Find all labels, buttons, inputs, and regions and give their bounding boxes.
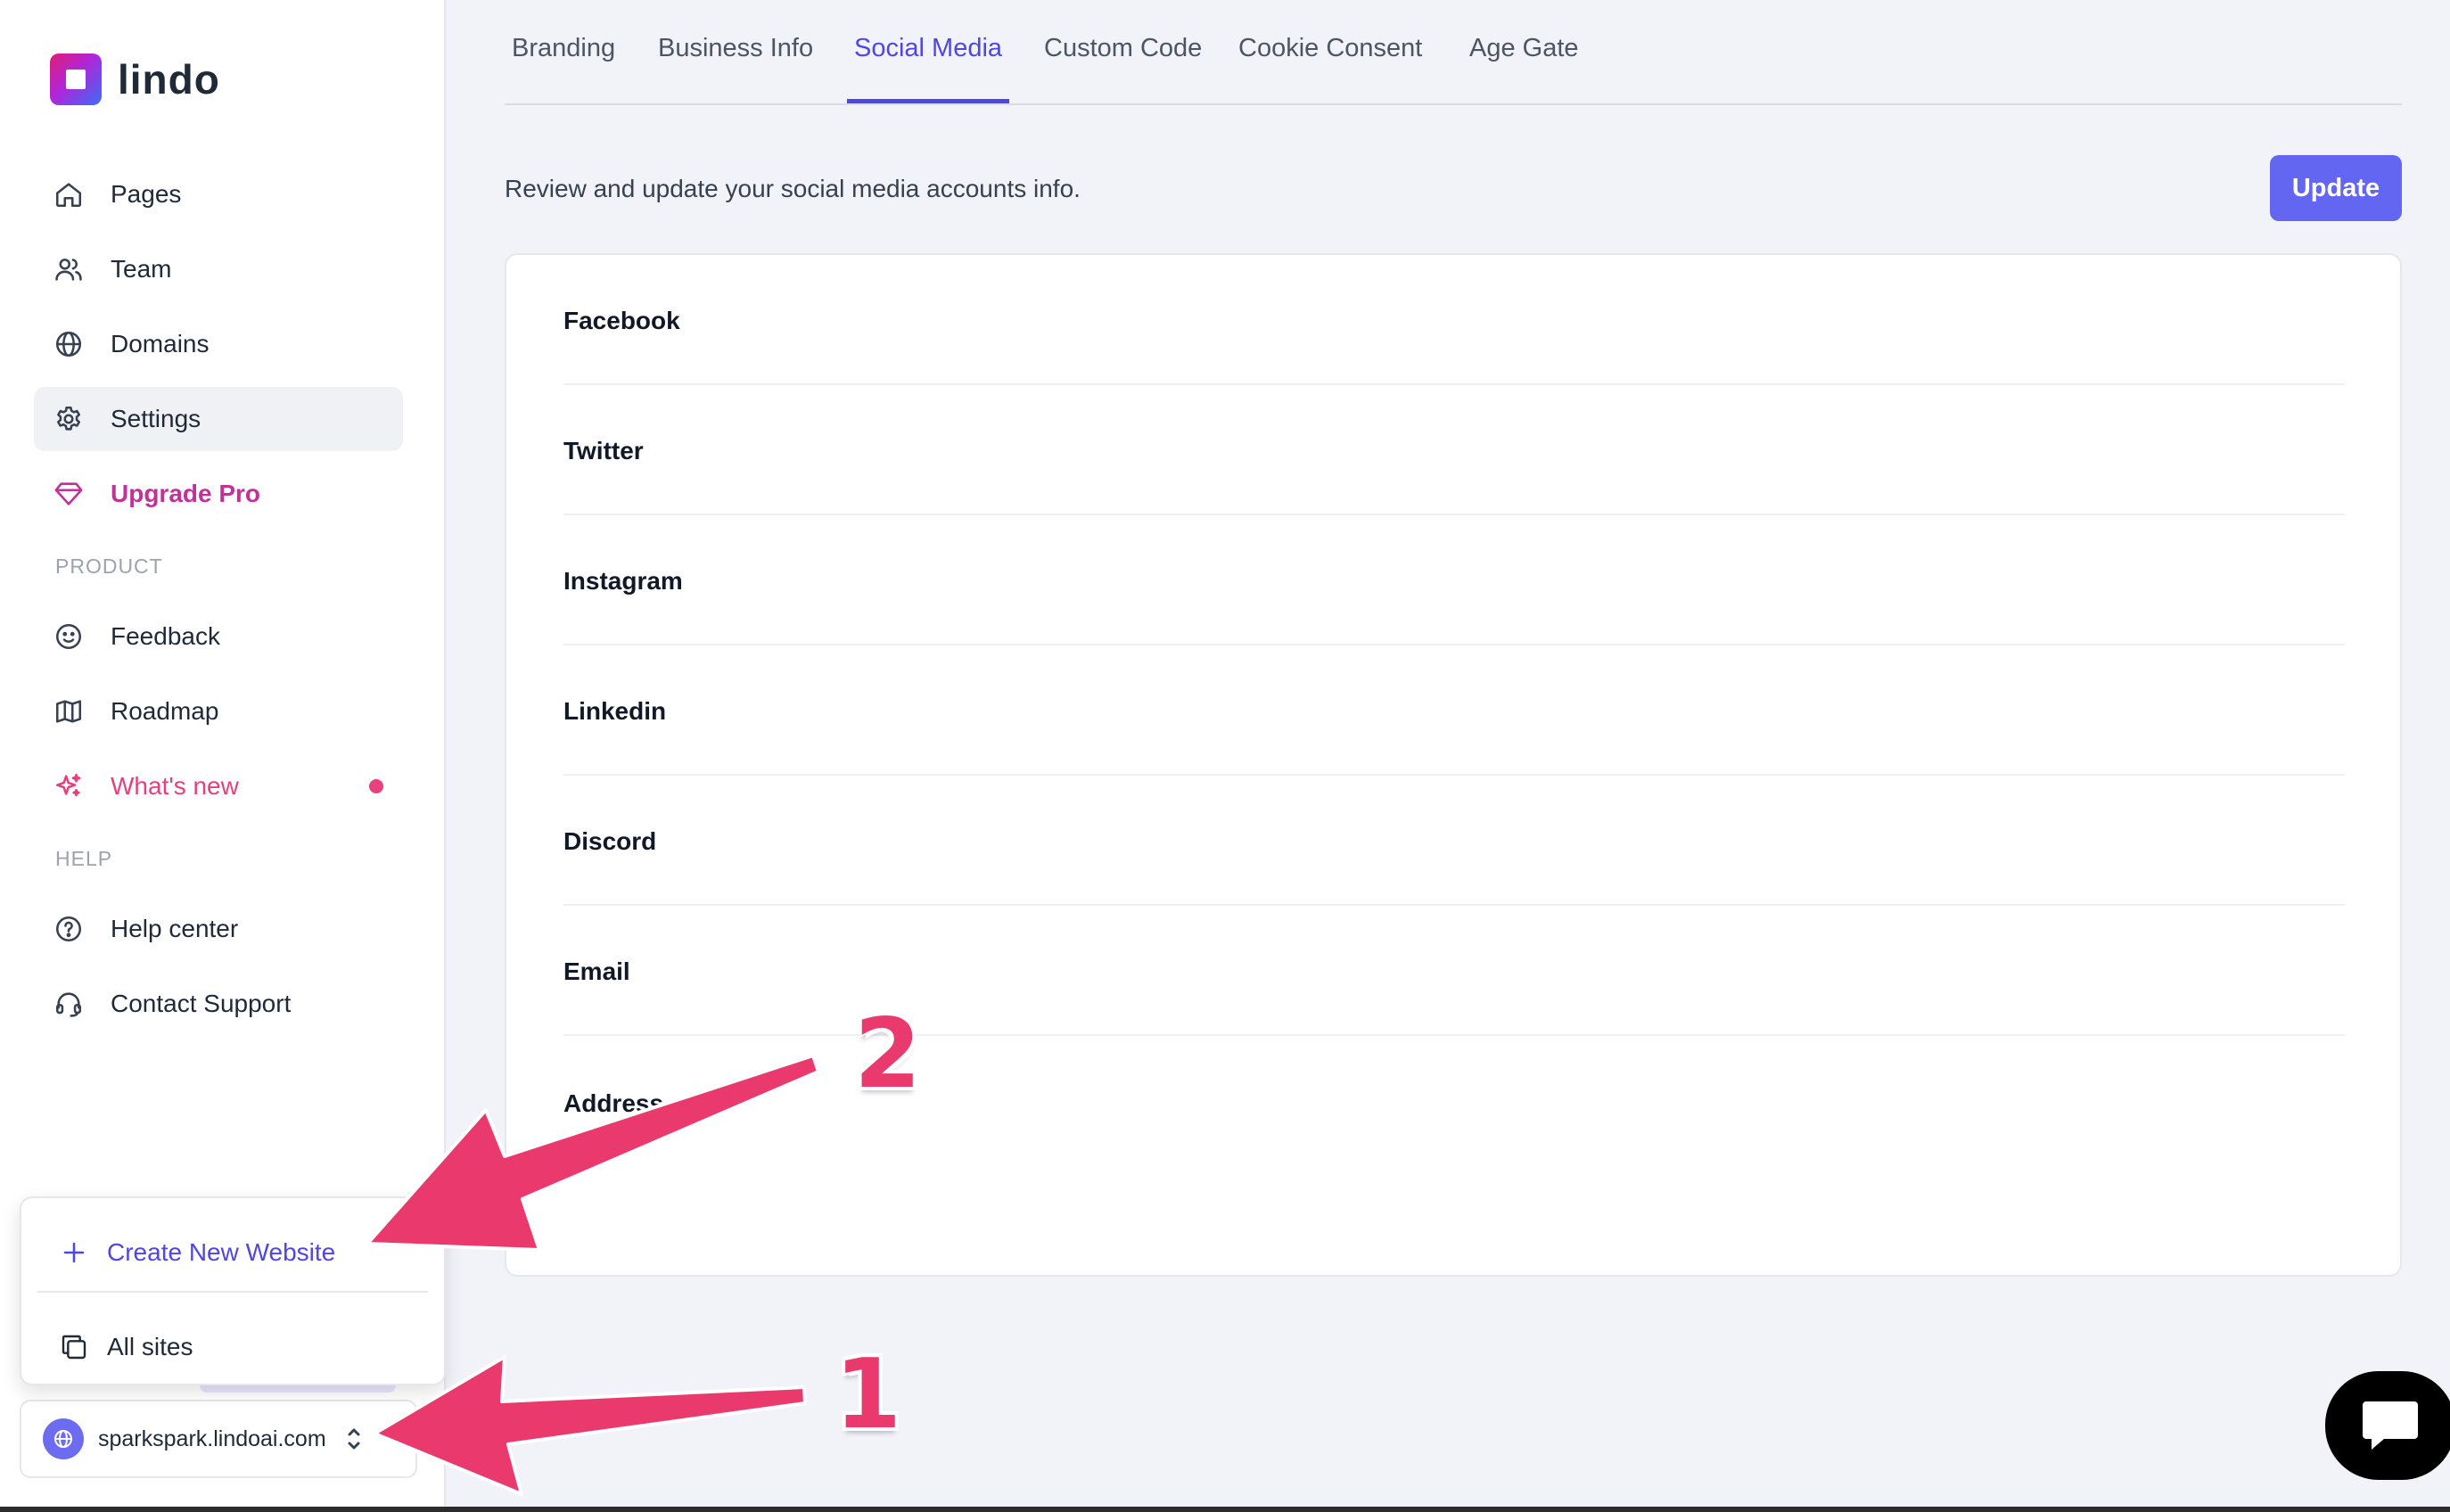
sidebar-item-label: Upgrade Pro [111,480,261,507]
field-label: Facebook [563,307,680,334]
step-number-2: 2 [854,998,922,1110]
field-row-discord[interactable]: Discord [563,776,2345,906]
tab-branding[interactable]: Branding [505,34,622,103]
site-menu-popup: Create New Website All sites [20,1196,446,1385]
map-icon [53,696,84,727]
site-globe-icon [43,1418,84,1459]
section-label-help: HELP [55,847,113,870]
create-new-website-label: Create New Website [107,1238,336,1266]
chat-icon [2363,1401,2418,1450]
sidebar-item-label: Help center [111,915,239,942]
sidebar-item-contact-support[interactable]: Contact Support [34,972,403,1036]
field-row-address[interactable]: Address [563,1036,2345,1166]
brand-name: lindo [118,56,220,103]
sidebar-item-pages[interactable]: Pages [34,162,403,226]
field-label: Linkedin [563,697,667,725]
sidebar-item-settings[interactable]: Settings [34,387,403,451]
home-icon [53,179,84,210]
smile-icon [53,621,84,652]
sparkles-icon [53,771,84,801]
sidebar-item-roadmap[interactable]: Roadmap [34,679,403,744]
site-switcher[interactable]: sparkspark.lindoai.com [20,1400,417,1478]
social-media-card: Facebook Twitter Instagram Linkedin Disc… [505,253,2402,1277]
new-indicator-dot [369,779,383,793]
field-row-email[interactable]: Email [563,906,2345,1036]
tab-business-info[interactable]: Business Info [651,34,820,103]
field-row-twitter[interactable]: Twitter [563,385,2345,515]
app-window: lindo Pages Team Domains Settings Upgrad… [0,0,2450,1512]
step-number-1: 1 [834,1339,902,1450]
sidebar-item-help-center[interactable]: Help center [34,897,403,961]
gear-icon [53,404,84,434]
tab-age-gate[interactable]: Age Gate [1462,34,1586,103]
site-domain: sparkspark.lindoai.com [98,1426,326,1451]
sidebar-item-label: Contact Support [111,990,292,1017]
sidebar-item-label: What's new [111,772,239,800]
tab-cookie-consent[interactable]: Cookie Consent [1231,34,1429,103]
all-sites-label: All sites [107,1333,193,1360]
sidebar-item-domains[interactable]: Domains [34,312,403,376]
logo-mark-icon [50,53,102,105]
headset-icon [53,989,84,1019]
field-label: Twitter [563,437,644,464]
users-icon [53,254,84,284]
tab-custom-code[interactable]: Custom Code [1037,34,1209,103]
sidebar-item-upgrade-pro[interactable]: Upgrade Pro [34,462,403,526]
field-row-instagram[interactable]: Instagram [563,515,2345,645]
globe-icon [53,329,84,359]
field-label: Address [563,1089,664,1117]
field-label: Email [563,957,630,985]
field-label: Discord [563,827,657,855]
sidebar-item-feedback[interactable]: Feedback [34,604,403,669]
window-bottom-edge [0,1507,2450,1512]
sidebar-item-whats-new[interactable]: What's new [34,754,403,818]
field-row-linkedin[interactable]: Linkedin [563,645,2345,776]
sidebar-item-label: Team [111,255,172,283]
section-label-product: PRODUCT [55,555,163,578]
chat-widget-button[interactable] [2325,1371,2450,1480]
sidebar-item-label: Feedback [111,622,220,650]
settings-tabs: Branding Business Info Social Media Cust… [505,0,2402,105]
tab-social-media[interactable]: Social Media [847,34,1010,103]
update-button[interactable]: Update [2270,155,2402,221]
field-label: Instagram [563,567,683,595]
sidebar-item-label: Domains [111,330,210,357]
brand-logo[interactable]: lindo [50,53,220,105]
copy-icon [59,1332,89,1362]
section-description: Review and update your social media acco… [505,175,1081,202]
create-new-website-button[interactable]: Create New Website [21,1227,444,1278]
plus-icon [59,1237,89,1268]
sidebar-item-label: Settings [111,405,201,432]
field-row-facebook[interactable]: Facebook [563,255,2345,385]
question-circle-icon [53,914,84,944]
popup-divider [37,1291,428,1293]
diamond-icon [53,479,84,509]
sidebar-item-team[interactable]: Team [34,237,403,301]
sidebar-item-label: Pages [111,180,182,208]
all-sites-button[interactable]: All sites [21,1321,444,1373]
chevron-up-down-icon [348,1428,360,1450]
sidebar-item-label: Roadmap [111,697,219,725]
